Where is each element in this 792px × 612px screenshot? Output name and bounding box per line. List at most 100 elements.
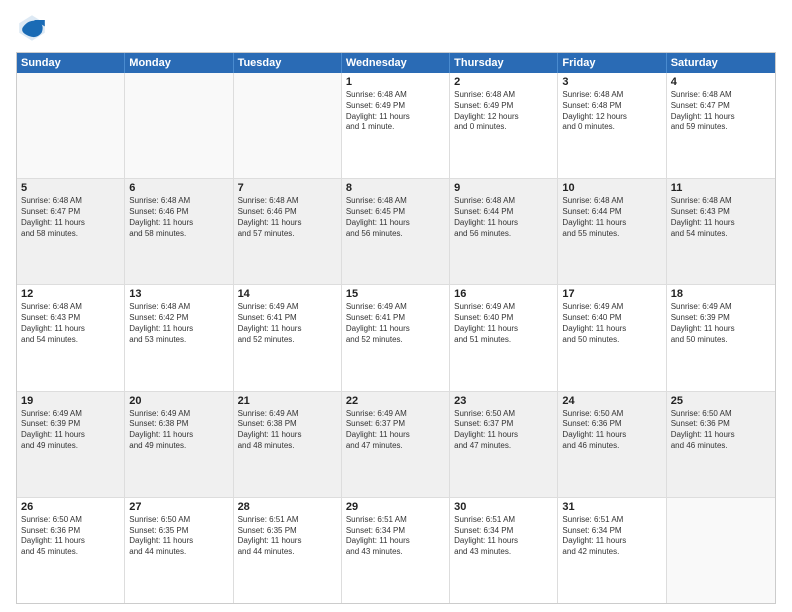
logo-icon bbox=[16, 12, 48, 44]
day-number: 25 bbox=[671, 395, 771, 407]
day-info: Sunrise: 6:50 AM Sunset: 6:37 PM Dayligh… bbox=[454, 409, 553, 452]
day-number: 19 bbox=[21, 395, 120, 407]
day-info: Sunrise: 6:51 AM Sunset: 6:34 PM Dayligh… bbox=[454, 515, 553, 558]
day-number: 11 bbox=[671, 182, 771, 194]
day-number: 1 bbox=[346, 76, 445, 88]
calendar-row-2: 12 Sunrise: 6:48 AM Sunset: 6:43 PM Dayli… bbox=[17, 285, 775, 391]
calendar-cell-0-1 bbox=[125, 73, 233, 178]
weekday-header-saturday: Saturday bbox=[667, 53, 775, 73]
day-number: 21 bbox=[238, 395, 337, 407]
day-info: Sunrise: 6:48 AM Sunset: 6:46 PM Dayligh… bbox=[129, 196, 228, 239]
day-info: Sunrise: 6:48 AM Sunset: 6:48 PM Dayligh… bbox=[562, 90, 661, 133]
day-info: Sunrise: 6:48 AM Sunset: 6:46 PM Dayligh… bbox=[238, 196, 337, 239]
calendar-cell-2-5: 17 Sunrise: 6:49 AM Sunset: 6:40 PM Dayli… bbox=[558, 285, 666, 390]
calendar-cell-3-3: 22Sunrise: 6:49 AM Sunset: 6:37 PM Dayli… bbox=[342, 392, 450, 497]
calendar-cell-3-5: 24 Sunrise: 6:50 AM Sunset: 6:36 PM Dayli… bbox=[558, 392, 666, 497]
calendar-cell-1-5: 10Sunrise: 6:48 AM Sunset: 6:44 PM Dayli… bbox=[558, 179, 666, 284]
day-number: 9 bbox=[454, 182, 553, 194]
day-info: Sunrise: 6:49 AM Sunset: 6:41 PM Dayligh… bbox=[346, 302, 445, 345]
page: SundayMondayTuesdayWednesdayThursdayFrid… bbox=[0, 0, 792, 612]
day-number: 29 bbox=[346, 501, 445, 513]
weekday-header-tuesday: Tuesday bbox=[234, 53, 342, 73]
day-info: Sunrise: 6:48 AM Sunset: 6:44 PM Dayligh… bbox=[562, 196, 661, 239]
calendar-cell-0-4: 2 Sunrise: 6:48 AM Sunset: 6:49 PM Daylig… bbox=[450, 73, 558, 178]
calendar-cell-1-6: 11 Sunrise: 6:48 AM Sunset: 6:43 PM Dayli… bbox=[667, 179, 775, 284]
day-info: Sunrise: 6:48 AM Sunset: 6:44 PM Dayligh… bbox=[454, 196, 553, 239]
calendar-cell-0-3: 1 Sunrise: 6:48 AM Sunset: 6:49 PM Daylig… bbox=[342, 73, 450, 178]
day-info: Sunrise: 6:48 AM Sunset: 6:47 PM Dayligh… bbox=[21, 196, 120, 239]
calendar-cell-0-0 bbox=[17, 73, 125, 178]
calendar-row-4: 26 Sunrise: 6:50 AM Sunset: 6:36 PM Dayli… bbox=[17, 498, 775, 603]
calendar-cell-1-3: 8 Sunrise: 6:48 AM Sunset: 6:45 PM Daylig… bbox=[342, 179, 450, 284]
calendar-cell-1-4: 9 Sunrise: 6:48 AM Sunset: 6:44 PM Daylig… bbox=[450, 179, 558, 284]
day-number: 26 bbox=[21, 501, 120, 513]
day-info: Sunrise: 6:49 AM Sunset: 6:38 PM Dayligh… bbox=[129, 409, 228, 452]
calendar-cell-1-1: 6 Sunrise: 6:48 AM Sunset: 6:46 PM Daylig… bbox=[125, 179, 233, 284]
day-info: Sunrise: 6:50 AM Sunset: 6:36 PM Dayligh… bbox=[671, 409, 771, 452]
day-number: 22 bbox=[346, 395, 445, 407]
calendar-header: SundayMondayTuesdayWednesdayThursdayFrid… bbox=[17, 53, 775, 73]
calendar-row-0: 1 Sunrise: 6:48 AM Sunset: 6:49 PM Daylig… bbox=[17, 73, 775, 179]
day-number: 4 bbox=[671, 76, 771, 88]
day-info: Sunrise: 6:48 AM Sunset: 6:49 PM Dayligh… bbox=[454, 90, 553, 133]
day-info: Sunrise: 6:50 AM Sunset: 6:36 PM Dayligh… bbox=[562, 409, 661, 452]
day-info: Sunrise: 6:48 AM Sunset: 6:47 PM Dayligh… bbox=[671, 90, 771, 133]
day-number: 17 bbox=[562, 288, 661, 300]
day-info: Sunrise: 6:49 AM Sunset: 6:40 PM Dayligh… bbox=[562, 302, 661, 345]
calendar: SundayMondayTuesdayWednesdayThursdayFrid… bbox=[16, 52, 776, 604]
day-number: 14 bbox=[238, 288, 337, 300]
day-info: Sunrise: 6:48 AM Sunset: 6:43 PM Dayligh… bbox=[671, 196, 771, 239]
day-number: 7 bbox=[238, 182, 337, 194]
calendar-cell-4-5: 31 Sunrise: 6:51 AM Sunset: 6:34 PM Dayli… bbox=[558, 498, 666, 603]
weekday-header-thursday: Thursday bbox=[450, 53, 558, 73]
header bbox=[16, 12, 776, 44]
day-number: 6 bbox=[129, 182, 228, 194]
calendar-cell-0-6: 4 Sunrise: 6:48 AM Sunset: 6:47 PM Daylig… bbox=[667, 73, 775, 178]
day-number: 27 bbox=[129, 501, 228, 513]
day-info: Sunrise: 6:48 AM Sunset: 6:45 PM Dayligh… bbox=[346, 196, 445, 239]
calendar-cell-1-0: 5Sunrise: 6:48 AM Sunset: 6:47 PM Daylig… bbox=[17, 179, 125, 284]
day-number: 16 bbox=[454, 288, 553, 300]
calendar-cell-2-6: 18 Sunrise: 6:49 AM Sunset: 6:39 PM Dayli… bbox=[667, 285, 775, 390]
day-info: Sunrise: 6:50 AM Sunset: 6:35 PM Dayligh… bbox=[129, 515, 228, 558]
day-info: Sunrise: 6:48 AM Sunset: 6:43 PM Dayligh… bbox=[21, 302, 120, 345]
day-number: 2 bbox=[454, 76, 553, 88]
day-info: Sunrise: 6:48 AM Sunset: 6:42 PM Dayligh… bbox=[129, 302, 228, 345]
calendar-body: 1 Sunrise: 6:48 AM Sunset: 6:49 PM Daylig… bbox=[17, 73, 775, 603]
calendar-cell-4-2: 28Sunrise: 6:51 AM Sunset: 6:35 PM Dayli… bbox=[234, 498, 342, 603]
calendar-cell-3-6: 25 Sunrise: 6:50 AM Sunset: 6:36 PM Dayli… bbox=[667, 392, 775, 497]
day-number: 18 bbox=[671, 288, 771, 300]
calendar-cell-4-0: 26 Sunrise: 6:50 AM Sunset: 6:36 PM Dayli… bbox=[17, 498, 125, 603]
day-info: Sunrise: 6:49 AM Sunset: 6:41 PM Dayligh… bbox=[238, 302, 337, 345]
day-number: 15 bbox=[346, 288, 445, 300]
calendar-row-3: 19Sunrise: 6:49 AM Sunset: 6:39 PM Dayli… bbox=[17, 392, 775, 498]
calendar-cell-2-2: 14 Sunrise: 6:49 AM Sunset: 6:41 PM Dayli… bbox=[234, 285, 342, 390]
weekday-header-wednesday: Wednesday bbox=[342, 53, 450, 73]
day-info: Sunrise: 6:48 AM Sunset: 6:49 PM Dayligh… bbox=[346, 90, 445, 133]
calendar-cell-3-1: 20 Sunrise: 6:49 AM Sunset: 6:38 PM Dayli… bbox=[125, 392, 233, 497]
calendar-cell-3-0: 19Sunrise: 6:49 AM Sunset: 6:39 PM Dayli… bbox=[17, 392, 125, 497]
day-number: 20 bbox=[129, 395, 228, 407]
day-number: 31 bbox=[562, 501, 661, 513]
calendar-cell-4-3: 29 Sunrise: 6:51 AM Sunset: 6:34 PM Dayli… bbox=[342, 498, 450, 603]
calendar-cell-2-3: 15 Sunrise: 6:49 AM Sunset: 6:41 PM Dayli… bbox=[342, 285, 450, 390]
day-number: 8 bbox=[346, 182, 445, 194]
weekday-header-monday: Monday bbox=[125, 53, 233, 73]
day-info: Sunrise: 6:49 AM Sunset: 6:40 PM Dayligh… bbox=[454, 302, 553, 345]
calendar-cell-0-2 bbox=[234, 73, 342, 178]
logo bbox=[16, 12, 52, 44]
calendar-cell-4-4: 30Sunrise: 6:51 AM Sunset: 6:34 PM Dayli… bbox=[450, 498, 558, 603]
day-info: Sunrise: 6:51 AM Sunset: 6:34 PM Dayligh… bbox=[562, 515, 661, 558]
day-info: Sunrise: 6:51 AM Sunset: 6:34 PM Dayligh… bbox=[346, 515, 445, 558]
day-number: 12 bbox=[21, 288, 120, 300]
calendar-cell-2-0: 12 Sunrise: 6:48 AM Sunset: 6:43 PM Dayli… bbox=[17, 285, 125, 390]
day-info: Sunrise: 6:49 AM Sunset: 6:38 PM Dayligh… bbox=[238, 409, 337, 452]
calendar-cell-4-6 bbox=[667, 498, 775, 603]
calendar-cell-1-2: 7 Sunrise: 6:48 AM Sunset: 6:46 PM Daylig… bbox=[234, 179, 342, 284]
day-info: Sunrise: 6:49 AM Sunset: 6:39 PM Dayligh… bbox=[671, 302, 771, 345]
day-number: 24 bbox=[562, 395, 661, 407]
day-number: 3 bbox=[562, 76, 661, 88]
day-info: Sunrise: 6:50 AM Sunset: 6:36 PM Dayligh… bbox=[21, 515, 120, 558]
weekday-header-friday: Friday bbox=[558, 53, 666, 73]
day-info: Sunrise: 6:51 AM Sunset: 6:35 PM Dayligh… bbox=[238, 515, 337, 558]
